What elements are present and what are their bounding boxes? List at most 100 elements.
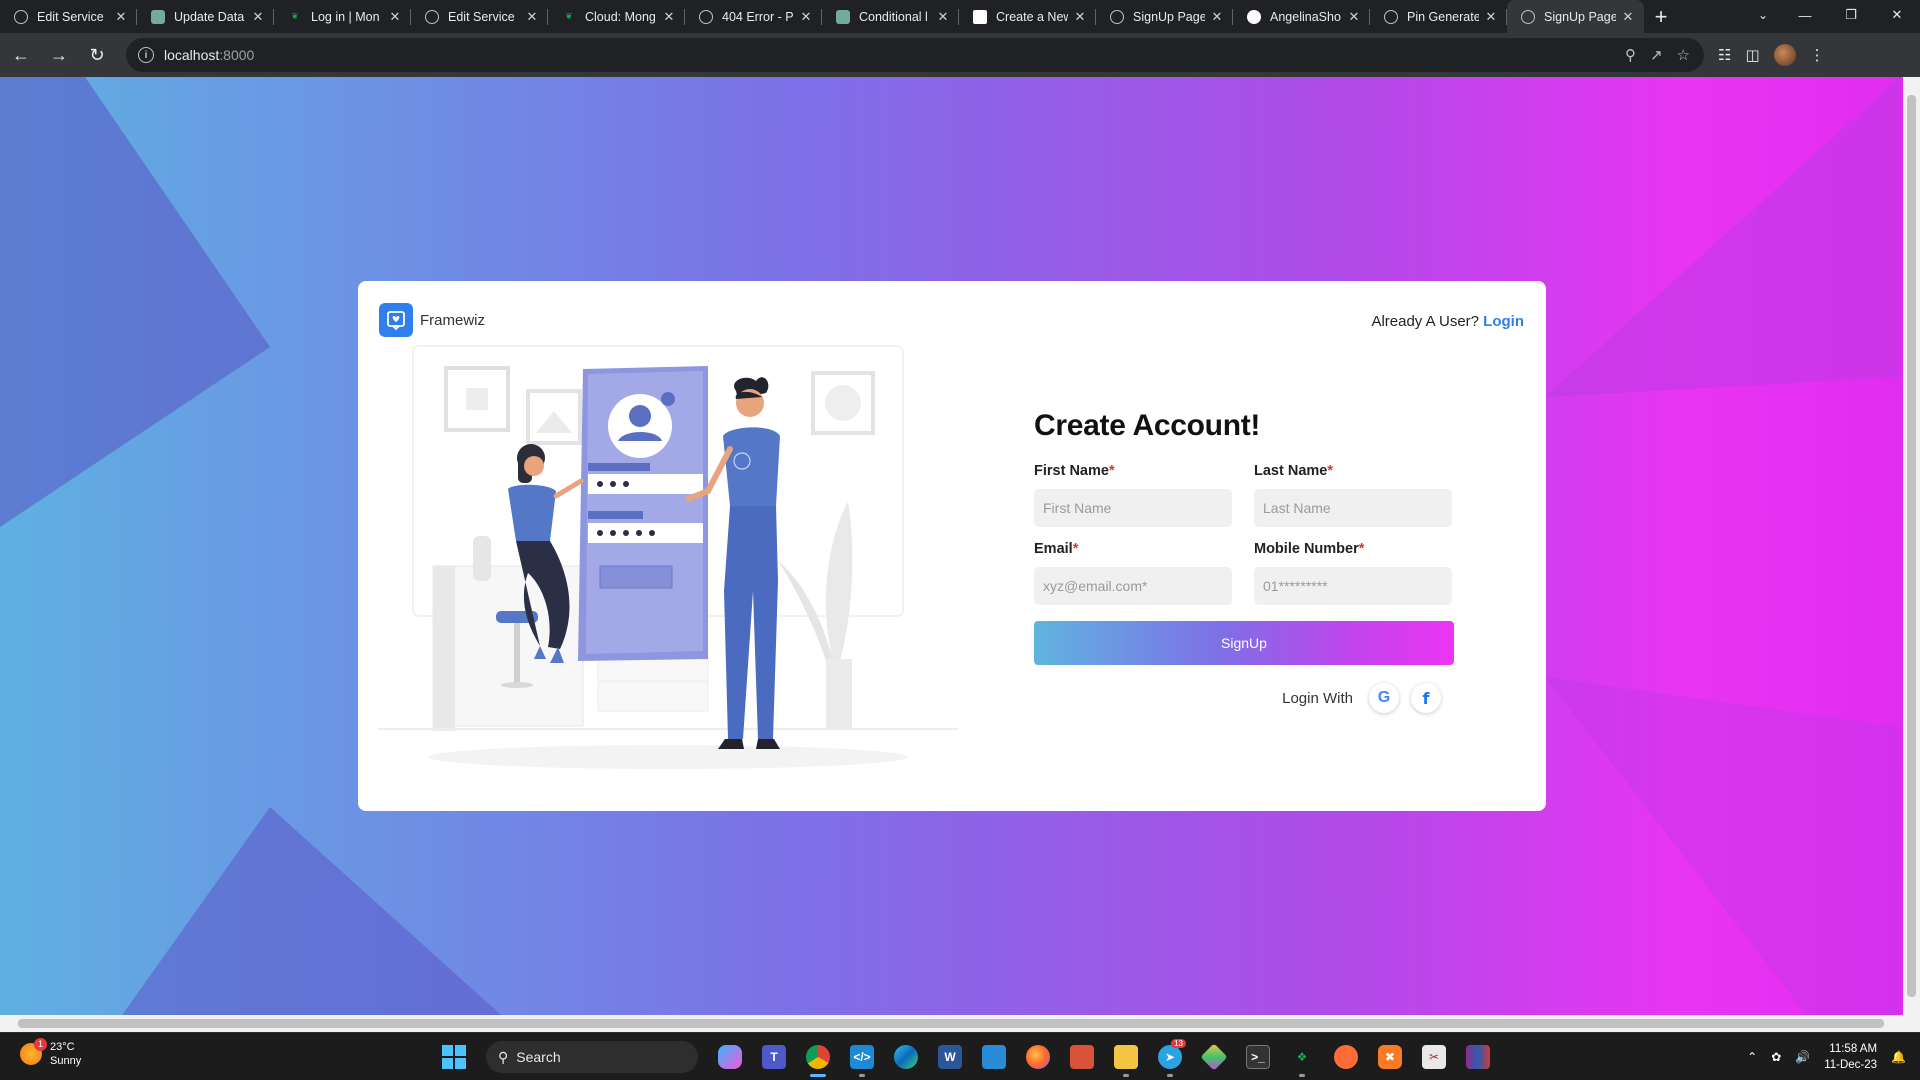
reload-button[interactable]: ↻ (80, 38, 114, 72)
google-icon[interactable]: G (1369, 683, 1399, 713)
extensions-icon[interactable]: ☷ (1718, 46, 1731, 64)
browser-tab[interactable]: SignUp Page ✕ (1507, 0, 1644, 33)
chrome-app[interactable] (796, 1039, 840, 1077)
wifi-icon[interactable]: ✿ (1771, 1050, 1781, 1064)
browser-tab[interactable]: Conditional l ✕ (822, 0, 959, 33)
copilot-icon (718, 1045, 742, 1069)
close-tab-icon[interactable]: ✕ (250, 9, 266, 25)
edge-app[interactable] (884, 1039, 928, 1075)
site-info-icon[interactable]: i (138, 47, 154, 63)
teams-app[interactable]: T (752, 1039, 796, 1075)
browser-tab[interactable]: Edit Service ✕ (0, 0, 137, 33)
photo-app[interactable] (1060, 1039, 1104, 1075)
tab-title: Pin Generate (1407, 9, 1479, 24)
word-app[interactable]: W (928, 1039, 972, 1075)
share-icon[interactable]: ↗ (1650, 46, 1663, 64)
postman-app[interactable] (1324, 1039, 1368, 1075)
browser-tab[interactable]: Update Data ✕ (137, 0, 274, 33)
facebook-icon[interactable]: f (1411, 683, 1441, 713)
git-app[interactable] (1192, 1039, 1236, 1075)
phone-screen-graphic (578, 366, 708, 661)
globe-icon (14, 9, 28, 24)
horizontal-scroll-thumb[interactable] (18, 1019, 1884, 1028)
browser-tab[interactable]: 404 Error - P ✕ (685, 0, 822, 33)
weather-widget[interactable]: 1 23°C Sunny (20, 1038, 81, 1068)
browser-tab[interactable]: Edit Service ✕ (411, 0, 548, 33)
xampp-app[interactable]: ✖ (1368, 1039, 1412, 1075)
vertical-scrollbar[interactable] (1903, 77, 1920, 1015)
winrar-app[interactable] (1456, 1039, 1500, 1075)
browser-tab[interactable]: Pin Generate ✕ (1370, 0, 1507, 33)
tab-title: Conditional l (859, 9, 928, 24)
last-name-input[interactable] (1254, 489, 1452, 527)
firefox-app[interactable] (1016, 1039, 1060, 1075)
taskbar-apps: T </> W ➤ 13 >_ ❖ ✖ ✂ (708, 1039, 1500, 1077)
close-tab-icon[interactable]: ✕ (1209, 9, 1225, 25)
browser-tab[interactable]: Create a New ✕ (959, 0, 1096, 33)
mongodb-compass-app[interactable]: ❖ (1280, 1039, 1324, 1077)
telegram-app[interactable]: ➤ 13 (1148, 1039, 1192, 1077)
xampp-icon: ✖ (1378, 1045, 1402, 1069)
first-name-input[interactable] (1034, 489, 1232, 527)
menu-kebab-icon[interactable]: ⋮ (1810, 46, 1825, 64)
already-user-text: Already A User? (1371, 313, 1479, 330)
taskbar: 1 23°C Sunny ⚲ Search T </> W ➤13 >_ ❖ (0, 1032, 1920, 1080)
start-button[interactable] (436, 1039, 472, 1075)
remote-desktop-icon (982, 1045, 1006, 1069)
minimize-button[interactable]: — (1782, 0, 1828, 30)
mobile-input[interactable] (1254, 567, 1452, 605)
page-viewport: Framewiz Already A User? Login Create Ac… (0, 77, 1920, 1032)
taskbar-search[interactable]: ⚲ Search (486, 1041, 698, 1073)
back-button[interactable]: ← (4, 38, 38, 72)
close-tab-icon[interactable]: ✕ (661, 9, 677, 25)
close-tab-icon[interactable]: ✕ (798, 9, 814, 25)
vscode-app[interactable]: </> (840, 1039, 884, 1077)
notification-bell-icon[interactable]: 🔔 (1891, 1050, 1906, 1064)
bg-shape-left-bottom (110, 807, 520, 1032)
file-explorer-app[interactable] (1104, 1039, 1148, 1077)
email-label-text: Email (1034, 541, 1073, 557)
terminal-app[interactable]: >_ (1236, 1039, 1280, 1075)
close-window-button[interactable]: ✕ (1874, 0, 1920, 30)
close-tab-icon[interactable]: ✕ (935, 9, 951, 25)
browser-tab[interactable]: ❦ Cloud: Mong ✕ (548, 0, 685, 33)
close-tab-icon[interactable]: ✕ (1483, 9, 1499, 25)
globe-icon (1384, 9, 1398, 24)
volume-icon[interactable]: 🔊 (1795, 1050, 1810, 1064)
browser-tab[interactable]: ❦ Log in | Mon ✕ (274, 0, 411, 33)
login-with-label: Login With (1282, 689, 1353, 707)
postman-icon (1334, 1045, 1358, 1069)
chevron-up-icon[interactable]: ⌃ (1747, 1050, 1757, 1064)
vertical-scroll-thumb[interactable] (1907, 95, 1916, 997)
remote-app[interactable] (972, 1039, 1016, 1075)
browser-tab[interactable]: SignUp Page ✕ (1096, 0, 1233, 33)
zoom-icon[interactable]: ⚲ (1625, 46, 1636, 64)
new-tab-button[interactable]: + (1644, 0, 1678, 33)
close-tab-icon[interactable]: ✕ (1072, 9, 1088, 25)
signup-button[interactable]: SignUp (1034, 621, 1454, 665)
snipping-tool-icon: ✂ (1422, 1045, 1446, 1069)
login-link[interactable]: Login (1483, 313, 1524, 330)
browser-tab[interactable]: AngelinaSho ✕ (1233, 0, 1370, 33)
close-tab-icon[interactable]: ✕ (387, 9, 403, 25)
email-input[interactable] (1034, 567, 1232, 605)
snipping-app[interactable]: ✂ (1412, 1039, 1456, 1075)
address-bar[interactable]: i localhost:8000 ⚲ ↗ ☆ (126, 38, 1704, 72)
copilot-app[interactable] (708, 1039, 752, 1075)
restore-button[interactable]: ❐ (1828, 0, 1874, 30)
bookmark-star-icon[interactable]: ☆ (1677, 46, 1690, 64)
signup-form: Create Account! First Name* Last Name* E… (1034, 409, 1454, 713)
url-host: localhost (164, 47, 220, 63)
taskbar-search-label: Search (516, 1049, 561, 1065)
forward-button[interactable]: → (42, 38, 76, 72)
close-tab-icon[interactable]: ✕ (113, 9, 129, 25)
side-panel-icon[interactable]: ◫ (1745, 46, 1759, 64)
clock[interactable]: 11:58 AM 11-Dec-23 (1824, 1041, 1877, 1073)
close-tab-icon[interactable]: ✕ (1346, 9, 1362, 25)
required-mark: * (1327, 463, 1333, 479)
horizontal-scrollbar[interactable] (0, 1015, 1920, 1032)
close-tab-icon[interactable]: ✕ (1620, 9, 1636, 25)
close-tab-icon[interactable]: ✕ (524, 9, 540, 25)
tab-search-icon[interactable]: ⌄ (1746, 0, 1780, 30)
profile-avatar[interactable] (1773, 44, 1796, 66)
